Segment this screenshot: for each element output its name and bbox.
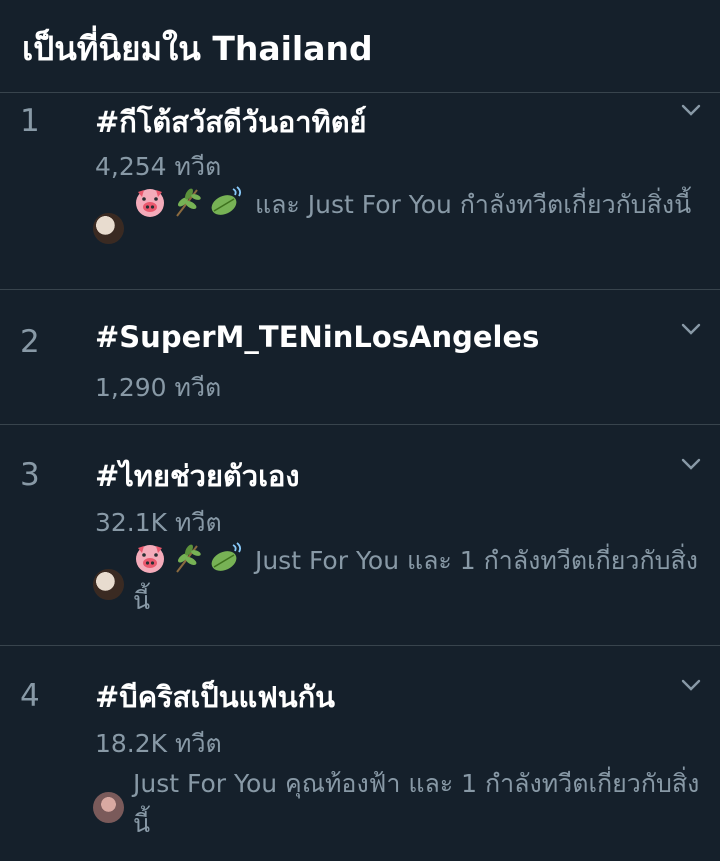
- page-title: เป็นที่นิยมใน Thailand: [22, 29, 373, 68]
- trend-rank: 3: [20, 457, 40, 493]
- chevron-down-icon[interactable]: [680, 99, 702, 121]
- trend-hashtag[interactable]: #SuperM_TENinLosAngeles: [95, 320, 539, 354]
- herb-icon: [176, 188, 201, 217]
- trend-item-2[interactable]: 2 #SuperM_TENinLosAngeles 1,290 ทวีต: [0, 290, 720, 425]
- trend-context-text: และ Just For You กำลังทวีตเกี่ยวกับสิ่งน…: [254, 190, 692, 219]
- chevron-down-icon[interactable]: [680, 674, 702, 696]
- trend-context: และ Just For You กำลังทวีตเกี่ยวกับสิ่งน…: [93, 185, 703, 265]
- trend-tweet-count: 1,290 ทวีต: [95, 373, 222, 402]
- trend-hashtag[interactable]: #บีคริสเป็นแฟนกัน: [95, 674, 335, 720]
- pig-face-icon: [136, 189, 164, 217]
- trend-tweet-count: 32.1K ทวีต: [95, 508, 222, 537]
- avatar[interactable]: [93, 569, 124, 600]
- trends-header: เป็นที่นิยมใน Thailand: [0, 0, 720, 93]
- trend-item-1[interactable]: 1 #กีโต้สวัสดีวันอาทิตย์ 4,254 ทวีต และ …: [0, 93, 720, 290]
- pig-face-icon: [136, 545, 164, 573]
- trend-item-3[interactable]: 3 #ไทยช่วยตัวเอง 32.1K ทวีต Just For You…: [0, 425, 720, 646]
- leaf-fluttering-icon: [211, 542, 242, 571]
- trend-rank: 1: [20, 103, 40, 139]
- avatar[interactable]: [93, 213, 124, 244]
- trend-hashtag[interactable]: #ไทยช่วยตัวเอง: [95, 453, 300, 499]
- trend-rank: 4: [20, 678, 40, 714]
- trend-hashtag[interactable]: #กีโต้สวัสดีวันอาทิตย์: [95, 99, 367, 145]
- trend-context-text: Just For You คุณท้องฟ้า และ 1 กำลังทวีตเ…: [133, 769, 700, 838]
- herb-icon: [176, 544, 201, 573]
- trend-tweet-count: 4,254 ทวีต: [95, 152, 222, 181]
- trend-tweet-count: 18.2K ทวีต: [95, 729, 222, 758]
- trend-context: Just For You และ 1 กำลังทวีตเกี่ยวกับสิ่…: [93, 541, 703, 621]
- trend-context: Just For You คุณท้องฟ้า และ 1 กำลังทวีตเ…: [93, 764, 703, 844]
- trend-rank: 2: [20, 324, 40, 360]
- leaf-fluttering-icon: [211, 186, 242, 215]
- avatar[interactable]: [93, 792, 124, 823]
- trend-item-4[interactable]: 4 #บีคริสเป็นแฟนกัน 18.2K ทวีต Just For …: [0, 646, 720, 861]
- chevron-down-icon[interactable]: [680, 318, 702, 340]
- chevron-down-icon[interactable]: [680, 453, 702, 475]
